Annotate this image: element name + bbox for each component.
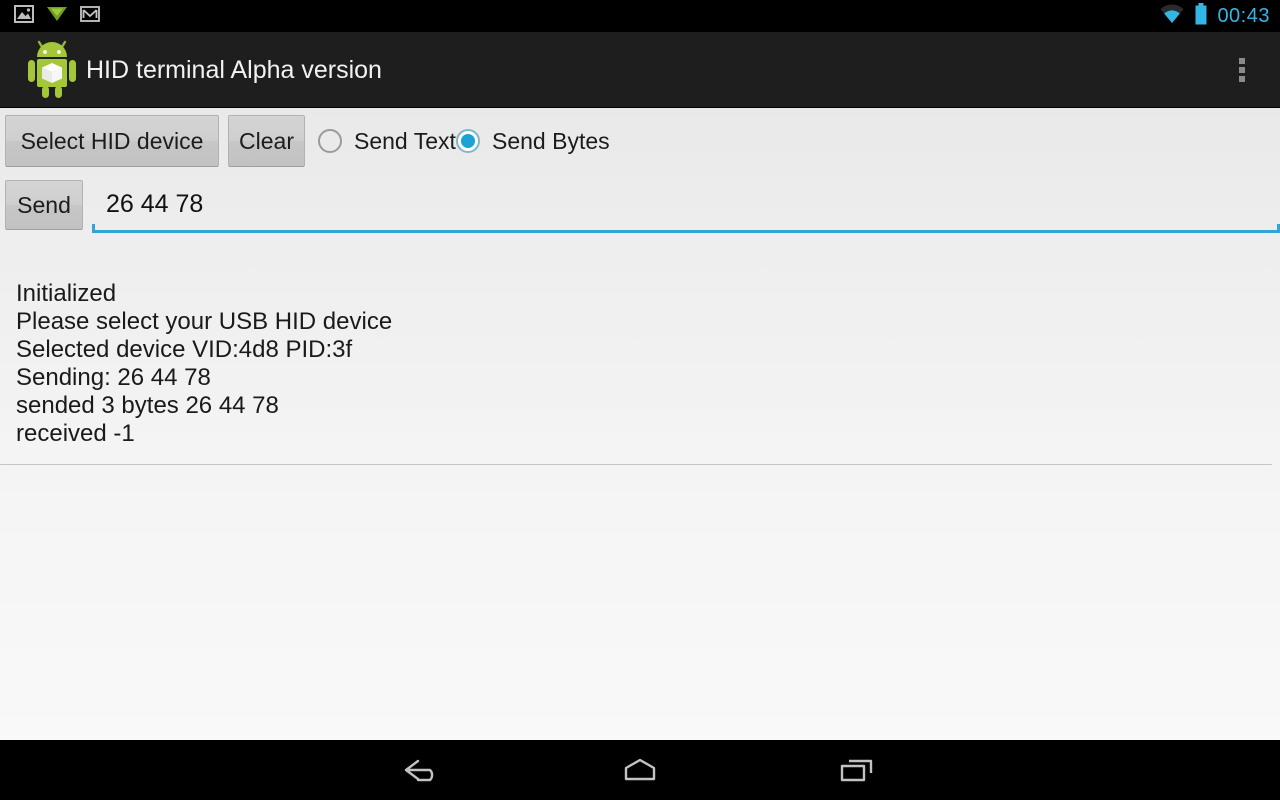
clear-button[interactable]: Clear xyxy=(228,115,305,167)
controls-row-send: Send xyxy=(0,172,1280,240)
main-content: Select HID device Clear Send Text Send B… xyxy=(0,108,1280,740)
status-bar-system-icons: 00:43 xyxy=(1159,0,1270,32)
radio-send-bytes[interactable]: Send Bytes xyxy=(456,115,610,167)
send-input[interactable] xyxy=(92,178,1280,230)
controls-row-top: Select HID device Clear Send Text Send B… xyxy=(0,108,1280,172)
download-icon xyxy=(46,5,68,28)
send-input-zone[interactable] xyxy=(92,178,1280,236)
recent-apps-icon[interactable] xyxy=(797,740,917,800)
log-line: Selected device VID:4d8 PID:3f xyxy=(16,336,353,363)
log-line: sended 3 bytes 26 44 78 xyxy=(16,392,279,419)
radio-unchecked-icon xyxy=(318,129,342,153)
radio-send-bytes-wrap[interactable]: Send Bytes xyxy=(456,128,610,155)
android-robot-icon xyxy=(26,38,78,102)
radio-send-text[interactable]: Send Text xyxy=(318,115,456,167)
log-line: Initialized xyxy=(16,280,117,307)
radio-send-bytes-label: Send Bytes xyxy=(492,127,610,154)
status-bar-clock: 00:43 xyxy=(1217,5,1270,27)
log-lines: Initialized Please select your USB HID d… xyxy=(0,268,1280,456)
status-bar: 00:43 xyxy=(0,0,1280,32)
log-divider xyxy=(0,464,1272,465)
app-title: HID terminal Alpha version xyxy=(86,56,382,84)
log-line: Please select your USB HID device xyxy=(16,308,393,335)
device-screen: 00:43 HID terminal Alpha version Select … xyxy=(0,0,1280,800)
radio-checked-icon xyxy=(456,129,480,153)
back-arrow-icon[interactable] xyxy=(363,740,483,800)
navigation-bar xyxy=(0,740,1280,800)
status-bar-notification-icons xyxy=(0,4,100,28)
overflow-menu-icon[interactable] xyxy=(1226,54,1258,86)
log-output-area: Initialized Please select your USB HID d… xyxy=(0,268,1280,465)
log-line: Sending: 26 44 78 xyxy=(16,364,211,391)
photo-icon xyxy=(14,4,34,28)
home-icon[interactable] xyxy=(580,740,700,800)
send-input-underline xyxy=(92,224,1280,233)
gmail-icon xyxy=(80,5,100,28)
overflow-dot xyxy=(1239,67,1245,73)
log-line: received -1 xyxy=(16,420,135,447)
send-button[interactable]: Send xyxy=(5,180,83,230)
radio-send-text-wrap[interactable]: Send Text xyxy=(318,128,456,155)
select-hid-device-button[interactable]: Select HID device xyxy=(5,115,219,167)
overflow-dot xyxy=(1239,58,1245,64)
battery-icon xyxy=(1194,2,1208,30)
wifi-icon xyxy=(1159,3,1185,29)
app-action-bar: HID terminal Alpha version xyxy=(0,32,1280,108)
radio-send-text-label: Send Text xyxy=(354,127,456,154)
overflow-dot xyxy=(1239,76,1245,82)
